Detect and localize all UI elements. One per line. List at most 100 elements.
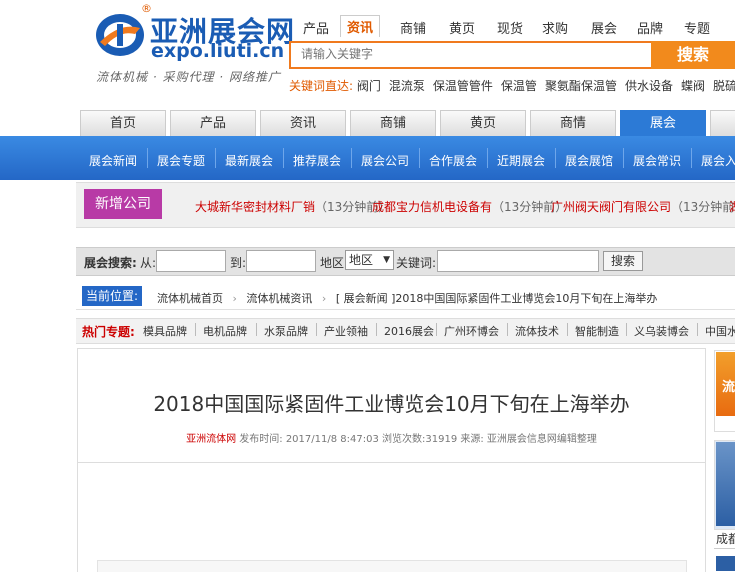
search-input[interactable] (291, 43, 651, 65)
top-nav-item[interactable]: 资讯 (340, 15, 381, 37)
expo-keyword-input[interactable] (437, 250, 599, 272)
new-company-item[interactable]: 成都宝力信机电设备有（13分钟前） (372, 198, 567, 215)
from-date-input[interactable] (156, 250, 226, 272)
liuti-logo-icon[interactable] (95, 12, 145, 58)
company-name[interactable]: 广州阀天阀门有限公司 (551, 200, 671, 214)
sub-nav-item[interactable]: 推荐展会 (293, 152, 341, 169)
sub-nav-item[interactable]: 展会新闻 (89, 152, 137, 169)
keyword-link[interactable]: 蝶阀 (681, 79, 705, 93)
breadcrumb-item-home[interactable]: 流体机械首页 (157, 292, 223, 305)
top-nav-item[interactable]: 求购 (542, 18, 568, 37)
nav-divider (555, 148, 556, 168)
to-date-input[interactable] (246, 250, 316, 272)
new-company-item[interactable]: 大城新华密封材料厂销（13分钟前） (195, 198, 390, 215)
new-company-item[interactable]: 广州阀天阀门有限公司（13分钟前） (551, 198, 735, 215)
article-meta-text: 发布时间: 2017/11/8 8:47:03 浏览次数:31919 来源: 亚… (239, 434, 597, 445)
nav-divider (147, 148, 148, 168)
article-panel (77, 348, 706, 572)
expo-search-button[interactable]: 搜索 (603, 251, 643, 271)
breadcrumb-item-current: [ 展会新闻 ]2018中国国际紧固件工业博览会10月下旬在上海举办 (335, 292, 658, 305)
main-tab[interactable]: 商情 (530, 110, 616, 137)
hot-topics-label: 热门专题: (82, 325, 135, 339)
company-name[interactable]: 湖 (729, 200, 735, 214)
company-time: （13分钟前） (671, 200, 735, 214)
main-tab[interactable]: 产品 (170, 110, 256, 137)
hot-topic-link[interactable]: 水泵品牌 (264, 323, 308, 339)
nav-divider (351, 148, 352, 168)
keyword-link[interactable]: 脱硫脱硝 (713, 79, 735, 93)
main-tab-overflow[interactable] (710, 110, 735, 137)
top-nav-item[interactable]: 专题 (684, 18, 710, 37)
top-nav-item[interactable]: 黄页 (449, 18, 475, 37)
sidebar-ad-label[interactable]: 成都 (716, 530, 735, 547)
company-name[interactable]: 成都宝力信机电设备有 (372, 200, 492, 214)
keyword-link[interactable]: 供水设备 (625, 79, 673, 93)
hot-topic-link[interactable]: 广州环博会 (444, 323, 499, 339)
topic-divider (697, 323, 698, 336)
keyword-link[interactable]: 阀门 (357, 79, 381, 93)
breadcrumb-path: 流体机械首页 › 流体机械资讯 › [ 展会新闻 ]2018中国国际紧固件工业博… (157, 290, 657, 306)
nav-divider (419, 148, 420, 168)
region-value: 地区 (349, 253, 374, 267)
hot-topic-link[interactable]: 义乌装博会 (634, 323, 689, 339)
main-tab[interactable]: 首页 (80, 110, 166, 137)
article-source-link[interactable]: 亚洲流体网 (186, 434, 236, 445)
top-nav-item[interactable]: 品牌 (637, 18, 663, 37)
site-url[interactable]: expo.liuti.cn (151, 40, 284, 62)
sub-nav-item[interactable]: 展会入场 (701, 152, 735, 169)
hot-topic-link[interactable]: 2016展会 (384, 323, 434, 339)
sub-nav-item[interactable]: 展会公司 (361, 152, 409, 169)
sub-nav-item[interactable]: 合作展会 (429, 152, 477, 169)
sub-nav-item[interactable]: 近期展会 (497, 152, 545, 169)
chevron-down-icon: ▼ (383, 255, 390, 265)
hot-topic-link[interactable]: 模具品牌 (143, 323, 187, 339)
hot-topic-link[interactable]: 智能制造 (575, 323, 619, 339)
nav-divider (215, 148, 216, 168)
topic-divider (436, 323, 437, 336)
nav-divider (691, 148, 692, 168)
company-name[interactable]: 大城新华密封材料厂销 (195, 200, 315, 214)
region-select[interactable]: 地区 ▼ (345, 250, 394, 270)
hot-topic-link[interactable]: 产业领袖 (324, 323, 368, 339)
from-label: 从: (140, 256, 157, 270)
article-divider (77, 462, 706, 463)
sub-nav-item[interactable]: 展会常识 (633, 152, 681, 169)
sidebar-ad-3[interactable] (716, 556, 735, 571)
new-companies-label: 新增公司 (84, 189, 162, 219)
article-title: 2018中国国际紧固件工业博览会10月下旬在上海举办 (153, 392, 630, 416)
hot-topic-link[interactable]: 电机品牌 (203, 323, 247, 339)
search-button[interactable]: 搜索 (651, 41, 735, 69)
keyword-label: 关键词直达: (289, 79, 354, 93)
article-body-box (97, 560, 687, 572)
keyword-link[interactable]: 保温管管件 (433, 79, 493, 93)
sub-nav-bar: 展会新闻 展会专题 最新展会 推荐展会 展会公司 合作展会 近期展会 展会展馆 展会常识 展会入场 (0, 136, 735, 180)
nav-divider (623, 148, 624, 168)
breadcrumb-label: 当前位置: (82, 286, 142, 306)
keyword-field-label: 关键词: (396, 256, 437, 270)
keyword-link[interactable]: 聚氨酯保温管 (545, 79, 617, 93)
region-label: 地区: (320, 256, 349, 270)
main-tab[interactable]: 资讯 (260, 110, 346, 137)
main-tab[interactable]: 黄页 (440, 110, 526, 137)
hot-topic-link[interactable]: 中国水 (705, 323, 735, 339)
top-nav-item[interactable]: 商铺 (400, 18, 426, 37)
keyword-link[interactable]: 保温管 (501, 79, 537, 93)
top-nav-item[interactable]: 现货 (497, 18, 523, 37)
ad-glyph: 流 (722, 380, 735, 395)
keyword-link[interactable]: 混流泵 (389, 79, 425, 93)
topic-divider (316, 323, 317, 336)
top-nav-item[interactable]: 展会 (591, 18, 617, 37)
breadcrumb-item-news[interactable]: 流体机械资讯 (246, 292, 312, 305)
site-slogan: 流体机械 · 采购代理 · 网络推广 (96, 70, 281, 84)
sub-nav-item[interactable]: 最新展会 (225, 152, 273, 169)
main-tab[interactable]: 展会 (620, 110, 706, 137)
sub-nav-item[interactable]: 展会专题 (157, 152, 205, 169)
search-box (289, 41, 651, 69)
ad-image[interactable] (716, 442, 735, 526)
sub-nav-item[interactable]: 展会展馆 (565, 152, 613, 169)
hot-topic-link[interactable]: 流体技术 (515, 323, 559, 339)
top-nav-item[interactable]: 产品 (303, 18, 329, 37)
new-company-item[interactable]: 湖 (729, 198, 735, 215)
topic-divider (626, 323, 627, 336)
main-tab[interactable]: 商铺 (350, 110, 436, 137)
